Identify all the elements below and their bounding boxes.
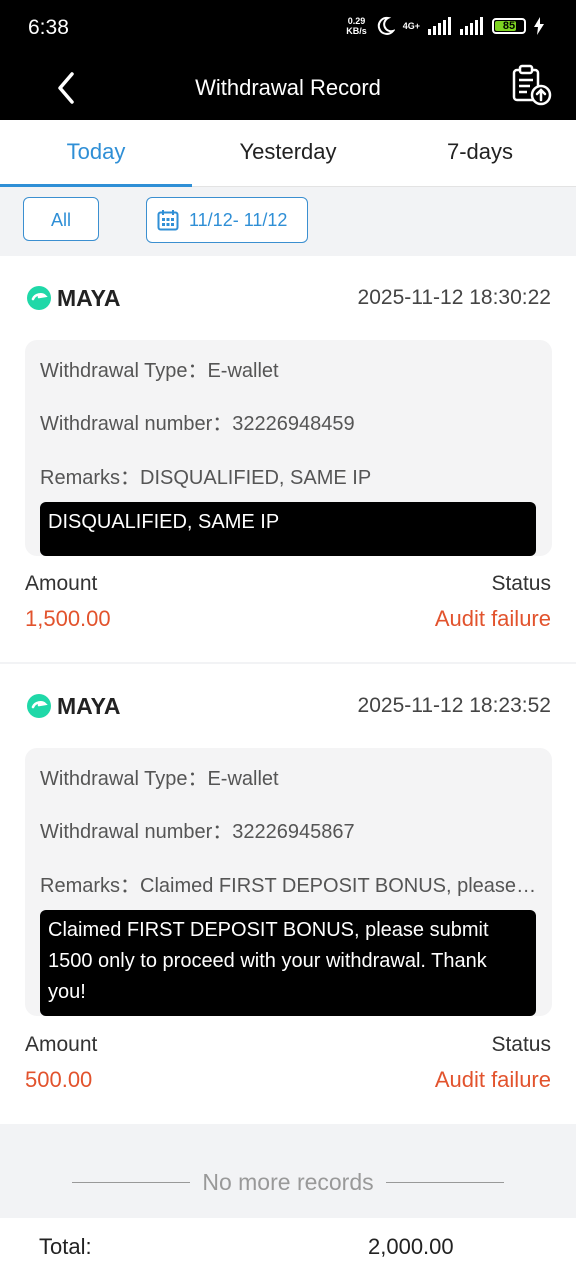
network-type-label: 4G+ [402, 21, 420, 31]
remarks-tooltip: Claimed FIRST DEPOSIT BONUS, please subm… [40, 910, 536, 1016]
signal-icon [428, 17, 451, 35]
amount-value: 1,500.00 [25, 606, 111, 631]
total-bar: Total: 2,000.00 [0, 1218, 576, 1280]
tab-today[interactable]: Today [0, 120, 192, 187]
date-tabs: Today Yesterday 7-days [0, 120, 576, 187]
withdrawal-number: Withdrawal number：32226948459 [40, 413, 355, 435]
record-datetime: 2025-11-12 18:23:52 [357, 694, 551, 717]
tab-7-days[interactable]: 7-days [384, 120, 576, 186]
status-bar: 6:38 0.29 KB/s 4G+ 85 [0, 0, 576, 56]
maya-logo-icon [27, 694, 51, 718]
no-more-records-label: No more records [202, 1168, 374, 1195]
status-value: Audit failure [434, 606, 551, 631]
record-card: MAYA 2025-11-12 18:30:22 Withdrawal Type… [0, 256, 576, 662]
maya-logo-icon [27, 286, 51, 310]
wallet-brand: MAYA [25, 284, 121, 312]
battery-icon: 85 [492, 18, 526, 34]
record-datetime: 2025-11-12 18:30:22 [357, 286, 551, 309]
remarks-tooltip: DISQUALIFIED, SAME IP [40, 502, 536, 556]
nav-bar: Withdrawal Record [0, 56, 576, 120]
network-speed-unit: KB/s [346, 26, 367, 36]
withdrawal-type: Withdrawal Type：E-wallet [40, 768, 279, 790]
date-range-button[interactable]: 11/12- 11/12 [146, 197, 308, 243]
remarks: Remarks：DISQUALIFIED, SAME IP [40, 467, 372, 489]
withdrawal-number: Withdrawal number：32226945867 [40, 821, 355, 843]
battery-level: 85 [502, 20, 516, 32]
status-time: 6:38 [28, 16, 69, 39]
network-speed-value: 0.29 [347, 16, 366, 26]
date-range-label: 11/12- 11/12 [189, 210, 288, 230]
divider-line [385, 1181, 504, 1183]
record-card: MAYA 2025-11-12 18:23:52 Withdrawal Type… [0, 664, 576, 1124]
filter-all-button[interactable]: All [23, 197, 99, 241]
remarks: Remarks：Claimed FIRST DEPOSIT BONUS, ple… [40, 875, 538, 897]
status-icons: 0.29 KB/s 4G+ 85 [346, 16, 544, 36]
wallet-brand-name: MAYA [57, 692, 121, 719]
signal-icon-2 [460, 17, 483, 35]
filter-bar: All 11/12- 11/12 [0, 186, 576, 256]
moon-icon [377, 16, 395, 35]
tab-yesterday[interactable]: Yesterday [192, 120, 384, 186]
record-details: Withdrawal Type：E-wallet Withdrawal numb… [25, 748, 552, 1016]
amount-label: Amount [25, 1033, 98, 1056]
withdrawal-type: Withdrawal Type：E-wallet [40, 360, 279, 382]
status-label: Status [491, 572, 551, 595]
record-details: Withdrawal Type：E-wallet Withdrawal numb… [25, 340, 552, 556]
page-title: Withdrawal Record [195, 75, 381, 100]
total-label: Total: [39, 1234, 92, 1259]
amount-label: Amount [25, 572, 98, 595]
no-more-records: No more records [0, 1160, 576, 1204]
status-label: Status [491, 1033, 551, 1056]
status-value: Audit failure [434, 1067, 551, 1092]
divider-line [72, 1181, 191, 1183]
charging-icon [534, 17, 544, 35]
amount-value: 500.00 [25, 1067, 93, 1092]
wallet-brand-name: MAYA [57, 284, 121, 311]
network-speed: 0.29 KB/s [346, 16, 367, 36]
total-value: 2,000.00 [368, 1234, 454, 1259]
clipboard-upload-icon[interactable] [508, 62, 556, 110]
wallet-brand: MAYA [25, 692, 121, 720]
calendar-icon [157, 210, 179, 231]
